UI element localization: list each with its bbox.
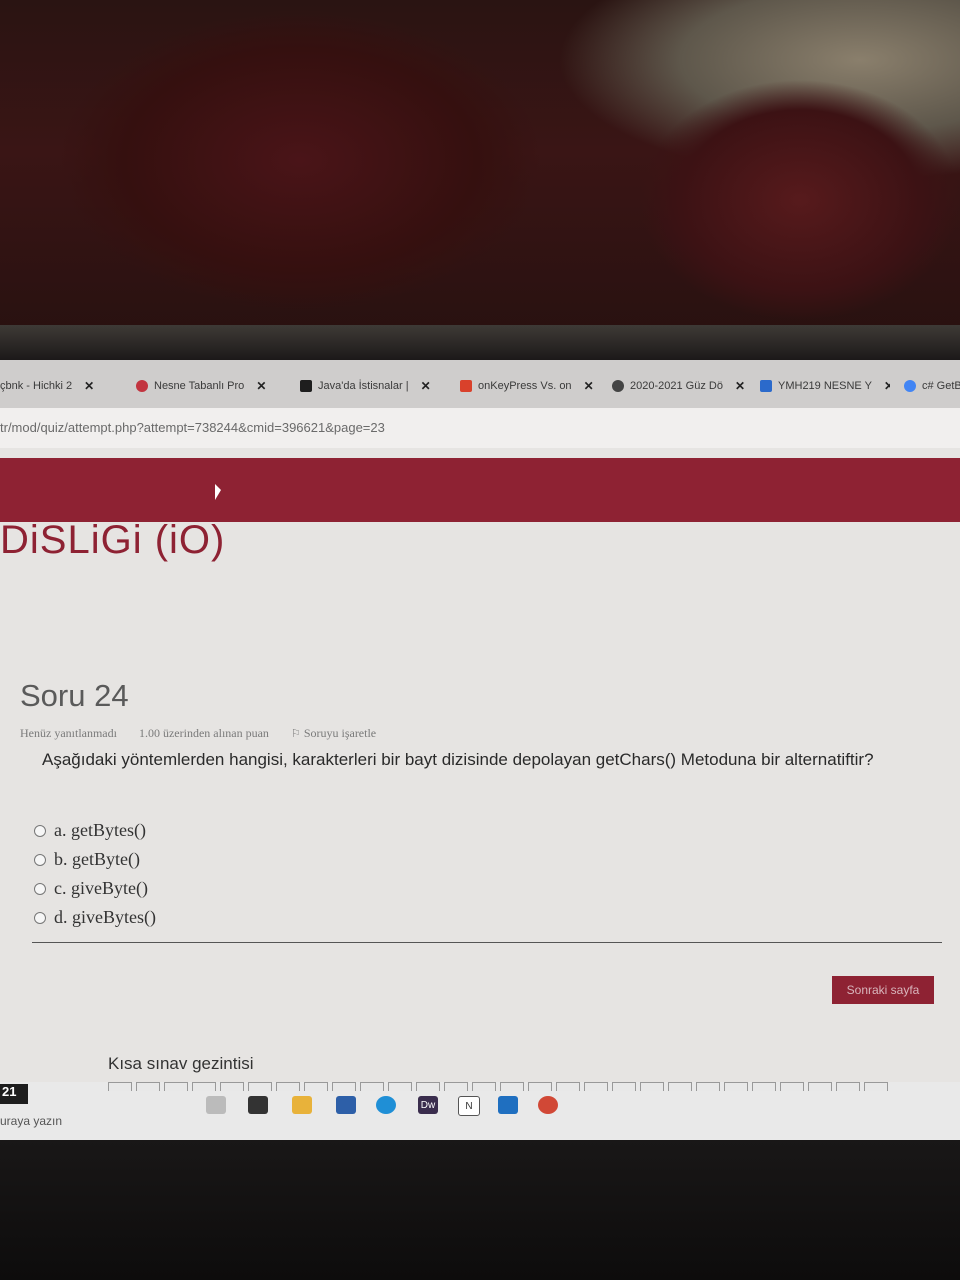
nav-box[interactable] [192, 1082, 216, 1091]
option-label: c. giveByte() [54, 878, 148, 898]
question-text: Aşağıdaki yöntemlerden hangisi, karakter… [42, 750, 874, 769]
globe-icon [612, 380, 624, 392]
close-icon[interactable]: ✕ [256, 379, 266, 393]
nav-box[interactable] [472, 1082, 496, 1091]
nav-box[interactable] [416, 1082, 440, 1091]
edge-icon[interactable] [376, 1096, 396, 1114]
answer-option-a[interactable]: a. getBytes() [34, 816, 156, 845]
radio-button[interactable] [34, 824, 46, 837]
tab-bar: çbnk - Hichki 2 ✕ Nesne Tabanlı Pro ✕ Ja… [0, 360, 960, 410]
nav-box[interactable] [360, 1082, 384, 1091]
nav-box[interactable] [724, 1082, 748, 1091]
nav-box[interactable] [556, 1082, 580, 1091]
moodle-icon [136, 380, 148, 392]
nav-box[interactable] [528, 1082, 552, 1091]
tab-5[interactable]: 2020-2021 Güz Dö ✕ [612, 374, 750, 398]
chrome-icon[interactable] [538, 1096, 558, 1114]
outlook-icon[interactable] [498, 1096, 518, 1114]
url-text: tr/mod/quiz/attempt.php?attempt=738244&c… [0, 420, 385, 435]
course-title: DiSLiGi (iO) [0, 518, 226, 562]
tab-label: onKeyPress Vs. on [478, 380, 572, 392]
nav-box[interactable] [304, 1082, 328, 1091]
clock-fragment: 21 [0, 1084, 28, 1104]
answer-options: a. getBytes() b. getByte() c. giveByte()… [34, 816, 156, 932]
nav-box[interactable] [332, 1082, 356, 1091]
task-view-icon[interactable] [206, 1096, 226, 1114]
nav-box[interactable] [444, 1082, 468, 1091]
taskbar-search-input[interactable]: uraya yazın [0, 1114, 62, 1128]
next-page-button[interactable]: Sonraki sayfa [832, 976, 934, 1004]
nav-box[interactable] [808, 1082, 832, 1091]
nav-box[interactable] [612, 1082, 636, 1091]
nav-box[interactable] [108, 1082, 132, 1091]
nav-box[interactable] [388, 1082, 412, 1091]
tab-label: çbnk - Hichki 2 [0, 380, 73, 392]
answer-option-d[interactable]: d. giveBytes() [34, 903, 156, 932]
browser-screen: çbnk - Hichki 2 ✕ Nesne Tabanlı Pro ✕ Ja… [0, 360, 960, 1140]
tab-1[interactable]: çbnk - Hichki 2 ✕ [0, 374, 118, 398]
divider [32, 942, 942, 943]
mouse-cursor-icon [215, 484, 221, 500]
nav-box[interactable] [864, 1082, 888, 1091]
nav-box[interactable] [220, 1082, 244, 1091]
close-icon[interactable]: ✕ [884, 379, 890, 393]
option-label: b. getByte() [54, 849, 140, 869]
radio-button[interactable] [34, 882, 46, 895]
photo-background [0, 0, 960, 380]
cc-icon [300, 380, 312, 392]
close-icon[interactable]: ✕ [735, 379, 745, 393]
flag-label: Soruyu işaretle [303, 726, 377, 740]
tab-3[interactable]: Java'da İstisnalar | ✕ [300, 374, 442, 398]
option-label: a. getBytes() [54, 820, 146, 840]
nav-box[interactable] [836, 1082, 860, 1091]
tab-label: c# GetB [922, 380, 960, 392]
close-icon[interactable]: ✕ [584, 379, 594, 393]
nav-box[interactable] [696, 1082, 720, 1091]
nav-box[interactable] [780, 1082, 804, 1091]
answer-option-b[interactable]: b. getByte() [34, 845, 156, 874]
qa-icon [460, 380, 472, 392]
tab-label: 2020-2021 Güz Dö [630, 380, 723, 392]
tab-6[interactable]: YMH219 NESNE Y ✕ [760, 374, 890, 398]
option-label: d. giveBytes() [54, 907, 156, 927]
nav-box[interactable] [136, 1082, 160, 1091]
radio-button[interactable] [34, 853, 46, 866]
flag-icon: ⚐ [290, 728, 301, 740]
tab-label: Java'da İstisnalar | [318, 380, 409, 392]
tab-label: YMH219 NESNE Y [778, 380, 872, 392]
quiz-nav-buttons [108, 1082, 888, 1091]
radio-button[interactable] [34, 911, 46, 924]
tab-4[interactable]: onKeyPress Vs. on ✕ [460, 374, 598, 398]
address-bar[interactable]: tr/mod/quiz/attempt.php?attempt=738244&c… [0, 408, 960, 448]
dreamweaver-icon[interactable]: Dw [418, 1096, 438, 1114]
google-icon [904, 380, 916, 392]
nav-box[interactable] [164, 1082, 188, 1091]
tab-label: Nesne Tabanlı Pro [154, 380, 245, 392]
close-icon[interactable]: ✕ [421, 379, 431, 393]
question-status: Henüz yanıtlanmadı [20, 726, 117, 740]
site-header-banner [0, 458, 960, 522]
quiz-navigation-title: Kısa sınav gezintisi [108, 1054, 254, 1073]
tab-7[interactable]: c# GetB [904, 374, 960, 398]
file-explorer-icon[interactable] [292, 1096, 312, 1114]
nav-box[interactable] [752, 1082, 776, 1091]
nav-box[interactable] [248, 1082, 272, 1091]
classroom-icon [760, 380, 772, 392]
question-number: Soru 24 [20, 678, 129, 713]
nav-box[interactable] [640, 1082, 664, 1091]
nav-box[interactable] [276, 1082, 300, 1091]
nav-box[interactable] [500, 1082, 524, 1091]
mail-icon[interactable] [336, 1096, 356, 1114]
answer-option-c[interactable]: c. giveByte() [34, 874, 156, 903]
question-meta: Henüz yanıtlanmadı 1.00 üzerinden alınan… [20, 726, 376, 741]
monitor-bottom-bezel [0, 1140, 960, 1280]
close-icon[interactable]: ✕ [84, 379, 94, 393]
store-icon[interactable] [248, 1096, 268, 1114]
question-points: 1.00 üzerinden alınan puan [138, 726, 269, 740]
tab-2[interactable]: Nesne Tabanlı Pro ✕ [136, 374, 284, 398]
nav-box[interactable] [584, 1082, 608, 1091]
onenote-icon[interactable]: N [458, 1096, 480, 1116]
flag-question-link[interactable]: ⚐ Soruyu işaretle [291, 726, 376, 741]
nav-box[interactable] [668, 1082, 692, 1091]
